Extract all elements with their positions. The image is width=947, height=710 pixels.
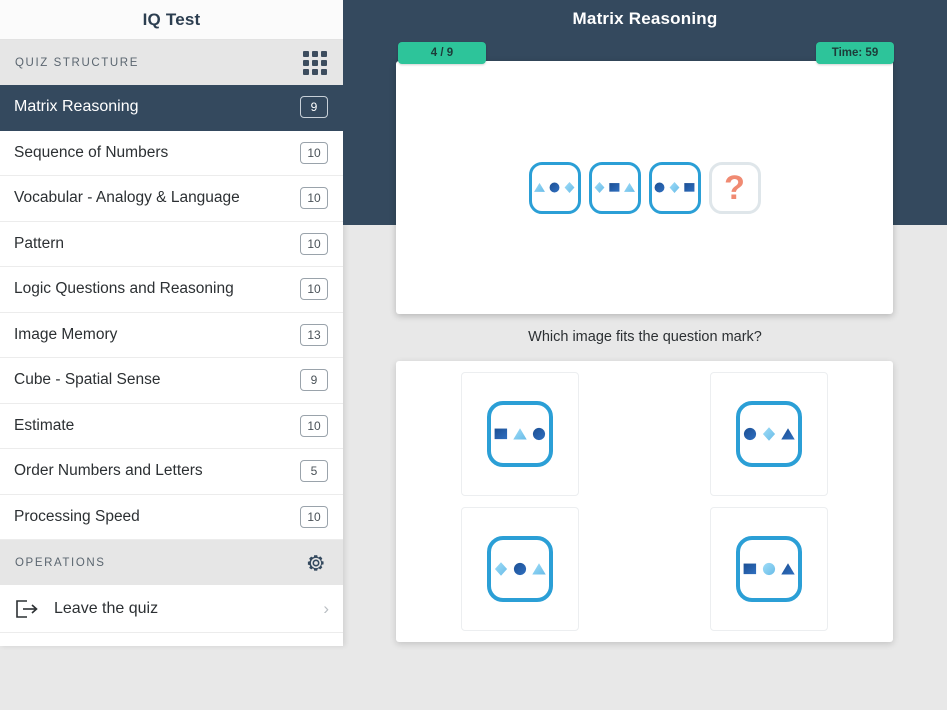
chevron-right-icon: › (323, 598, 329, 618)
triangle-dark-shape (780, 561, 796, 577)
square-dark-shape (683, 181, 696, 194)
iq-test-app: IQ Test QUIZ STRUCTURE Matrix Reasoning 9… (0, 0, 947, 710)
question-count-badge: 10 (300, 187, 328, 210)
sidebar-item-logic-questions-and-reasoning[interactable]: Logic Questions and Reasoning 10 (0, 267, 343, 313)
square-dark-shape (493, 426, 509, 442)
sidebar-item-cube-spatial-sense[interactable]: Cube - Spatial Sense 9 (0, 358, 343, 404)
question-count-badge: 10 (300, 232, 328, 255)
exit-icon (16, 599, 38, 618)
leave-quiz-label: Leave the quiz (54, 599, 159, 617)
circle-dark-shape (531, 426, 547, 442)
answer-option-c[interactable] (461, 506, 580, 631)
gear-icon[interactable] (305, 552, 327, 574)
leave-quiz-button[interactable]: Leave the quiz › (0, 585, 343, 633)
sidebar-item-order-numbers-and-letters[interactable]: Order Numbers and Letters 5 (0, 449, 343, 495)
sidebar-item-label: Cube - Spatial Sense (14, 371, 161, 389)
question-count-badge: 13 (300, 323, 328, 346)
sidebar-item-label: Matrix Reasoning (14, 98, 139, 116)
triangle-light-shape (512, 426, 528, 442)
sequence-row: ? (528, 161, 761, 214)
circle-dark-shape (548, 181, 561, 194)
shape-tile (528, 161, 581, 214)
sidebar-item-matrix-reasoning[interactable]: Matrix Reasoning 9 (0, 85, 343, 131)
question-card: ? (396, 61, 893, 314)
timer-badge: Time: 59 (816, 42, 894, 64)
sidebar-item-estimate[interactable]: Estimate 10 (0, 403, 343, 449)
question-count-badge: 10 (300, 141, 328, 164)
square-dark-shape (742, 561, 758, 577)
shape-tile (487, 535, 554, 602)
sidebar-item-label: Vocabular - Analogy & Language (14, 189, 240, 207)
sidebar-item-pattern[interactable]: Pattern 10 (0, 221, 343, 267)
diamond-light-shape (563, 181, 576, 194)
app-title: IQ Test (142, 9, 201, 29)
sidebar-item-image-memory[interactable]: Image Memory 13 (0, 312, 343, 358)
triangle-light-shape (533, 181, 546, 194)
progress-badge: 4 / 9 (398, 42, 486, 64)
sidebar-header: IQ Test (0, 0, 343, 40)
question-count-badge: 9 (300, 96, 328, 119)
triangle-light-shape (623, 181, 636, 194)
triangle-light-shape (531, 561, 547, 577)
answer-option-a[interactable] (461, 372, 580, 497)
answer-options-panel (396, 361, 893, 642)
quiz-structure-list: Matrix Reasoning 9 Sequence of Numbers 10 Vo… (0, 85, 343, 540)
operations-label: OPERATIONS (15, 556, 106, 569)
grid-icon[interactable] (303, 50, 327, 75)
circle-dark-shape (742, 426, 758, 442)
sidebar-item-label: Image Memory (14, 325, 118, 343)
question-count-badge: 10 (300, 505, 328, 528)
sidebar-item-label: Sequence of Numbers (14, 143, 169, 161)
operations-section-header: OPERATIONS (0, 540, 343, 585)
sidebar-item-label: Logic Questions and Reasoning (14, 280, 234, 298)
question-count-badge: 10 (300, 278, 328, 301)
question-count-badge: 5 (300, 460, 328, 483)
shape-tile (735, 401, 802, 468)
quiz-structure-section-header: QUIZ STRUCTURE (0, 40, 343, 85)
shape-tile (648, 161, 701, 214)
sidebar-item-label: Pattern (14, 234, 64, 252)
sidebar: IQ Test QUIZ STRUCTURE Matrix Reasoning 9… (0, 0, 343, 646)
question-count-badge: 10 (300, 414, 328, 437)
diamond-light-shape (593, 181, 606, 194)
sidebar-item-processing-speed[interactable]: Processing Speed 10 (0, 494, 343, 540)
shape-tile (588, 161, 641, 214)
question-mark-tile: ? (708, 161, 761, 214)
page-title: Matrix Reasoning (572, 9, 718, 28)
circle-dark-shape (653, 181, 666, 194)
circle-dark-shape (512, 561, 528, 577)
sidebar-item-label: Order Numbers and Letters (14, 462, 203, 480)
diamond-light-shape (668, 181, 681, 194)
answer-option-b[interactable] (709, 372, 828, 497)
diamond-light-shape (761, 426, 777, 442)
sidebar-item-label: Processing Speed (14, 507, 140, 525)
square-dark-shape (608, 181, 621, 194)
diamond-light-shape (493, 561, 509, 577)
shape-tile (735, 535, 802, 602)
triangle-dark-shape (780, 426, 796, 442)
question-count-badge: 9 (300, 369, 328, 392)
sidebar-item-sequence-of-numbers[interactable]: Sequence of Numbers 10 (0, 130, 343, 176)
shape-tile (487, 401, 554, 468)
sidebar-item-label: Estimate (14, 416, 75, 434)
question-prompt: Which image fits the question mark? (528, 329, 762, 345)
circle-light-shape (761, 561, 777, 577)
quiz-structure-label: QUIZ STRUCTURE (15, 56, 139, 69)
sidebar-item-vocabular-analogy-language[interactable]: Vocabular - Analogy & Language 10 (0, 176, 343, 222)
answer-option-d[interactable] (709, 506, 828, 631)
